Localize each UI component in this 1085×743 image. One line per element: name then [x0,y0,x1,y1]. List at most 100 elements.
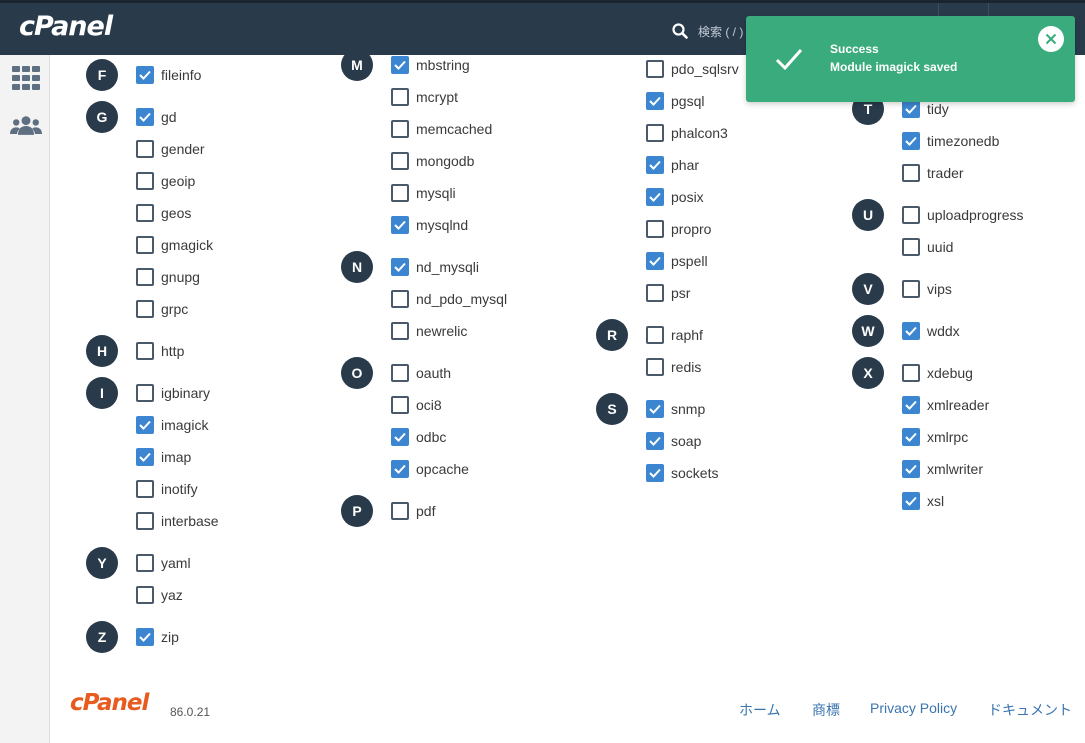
extension-item[interactable]: posix [646,187,704,207]
extension-checkbox[interactable] [391,502,409,520]
extension-item[interactable]: phar [646,155,699,175]
extension-item[interactable]: fileinfo [136,65,201,85]
extension-checkbox[interactable] [646,156,664,174]
extension-checkbox[interactable] [136,236,154,254]
extension-item[interactable]: pdo_sqlsrv [646,59,739,79]
extension-item[interactable]: oci8 [391,395,442,415]
extension-checkbox[interactable] [136,628,154,646]
extension-checkbox[interactable] [391,56,409,74]
extension-item[interactable]: yaml [136,553,191,573]
extension-item[interactable]: memcached [391,119,492,139]
extension-item[interactable]: xdebug [902,363,973,383]
extension-item[interactable]: xsl [902,491,944,511]
extension-item[interactable]: soap [646,431,701,451]
extension-checkbox[interactable] [136,384,154,402]
extension-item[interactable]: uuid [902,237,953,257]
extension-item[interactable]: imagick [136,415,208,435]
extension-checkbox[interactable] [646,124,664,142]
extension-checkbox[interactable] [902,322,920,340]
extension-checkbox[interactable] [136,586,154,604]
extension-checkbox[interactable] [646,400,664,418]
extension-checkbox[interactable] [136,416,154,434]
extension-item[interactable]: pdf [391,501,435,521]
extension-checkbox[interactable] [902,492,920,510]
extension-item[interactable]: mysqlnd [391,215,468,235]
extension-item[interactable]: xmlrpc [902,427,968,447]
extension-checkbox[interactable] [646,432,664,450]
extension-item[interactable]: xmlwriter [902,459,983,479]
extension-checkbox[interactable] [136,268,154,286]
footer-link-trademarks[interactable]: 商標 [812,700,840,720]
extension-checkbox[interactable] [646,358,664,376]
extension-checkbox[interactable] [902,238,920,256]
extension-item[interactable]: igbinary [136,383,210,403]
extension-checkbox[interactable] [136,342,154,360]
extension-item[interactable]: wddx [902,321,960,341]
extension-checkbox[interactable] [902,396,920,414]
extension-item[interactable]: vips [902,279,952,299]
extension-item[interactable]: opcache [391,459,469,479]
extension-checkbox[interactable] [136,140,154,158]
extension-item[interactable]: grpc [136,299,188,319]
extension-checkbox[interactable] [391,152,409,170]
extension-checkbox[interactable] [902,280,920,298]
extension-item[interactable]: mbstring [391,55,470,75]
extension-checkbox[interactable] [391,290,409,308]
extension-item[interactable]: snmp [646,399,705,419]
extension-checkbox[interactable] [136,66,154,84]
extension-checkbox[interactable] [136,480,154,498]
extension-checkbox[interactable] [136,512,154,530]
extension-checkbox[interactable] [902,460,920,478]
extension-item[interactable]: inotify [136,479,198,499]
extension-item[interactable]: mcrypt [391,87,458,107]
extension-checkbox[interactable] [391,184,409,202]
extension-item[interactable]: pspell [646,251,708,271]
extension-checkbox[interactable] [391,120,409,138]
extension-item[interactable]: sockets [646,463,718,483]
extension-item[interactable]: gmagick [136,235,213,255]
extension-checkbox[interactable] [646,252,664,270]
extension-checkbox[interactable] [646,284,664,302]
extension-checkbox[interactable] [902,164,920,182]
extension-checkbox[interactable] [391,460,409,478]
extension-item[interactable]: interbase [136,511,219,531]
extension-item[interactable]: timezonedb [902,131,999,151]
extension-checkbox[interactable] [136,108,154,126]
extension-checkbox[interactable] [646,188,664,206]
extension-checkbox[interactable] [902,428,920,446]
extension-item[interactable]: nd_mysqli [391,257,479,277]
extension-checkbox[interactable] [136,204,154,222]
cpanel-logo[interactable]: cPanel [19,11,113,42]
extension-item[interactable]: http [136,341,184,361]
extension-checkbox[interactable] [646,92,664,110]
extension-item[interactable]: redis [646,357,701,377]
extension-item[interactable]: pgsql [646,91,704,111]
extension-checkbox[interactable] [646,326,664,344]
footer-link-documentation[interactable]: ドキュメント [988,700,1072,720]
extension-item[interactable]: raphf [646,325,703,345]
extension-checkbox[interactable] [391,258,409,276]
extension-checkbox[interactable] [391,88,409,106]
extension-item[interactable]: mysqli [391,183,456,203]
extension-checkbox[interactable] [136,554,154,572]
extension-checkbox[interactable] [136,172,154,190]
extension-item[interactable]: gender [136,139,205,159]
extension-checkbox[interactable] [391,396,409,414]
extension-checkbox[interactable] [391,322,409,340]
extension-item[interactable]: propro [646,219,711,239]
extension-item[interactable]: trader [902,163,964,183]
extension-checkbox[interactable] [391,216,409,234]
extension-checkbox[interactable] [902,364,920,382]
extension-item[interactable]: psr [646,283,690,303]
extension-item[interactable]: gnupg [136,267,200,287]
grid-icon[interactable] [10,63,42,93]
extension-item[interactable]: imap [136,447,191,467]
extension-item[interactable]: newrelic [391,321,467,341]
extension-checkbox[interactable] [646,464,664,482]
extension-item[interactable]: mongodb [391,151,474,171]
extension-item[interactable]: nd_pdo_mysql [391,289,507,309]
search-input[interactable]: 検索 ( / ) [698,23,743,40]
extension-checkbox[interactable] [136,448,154,466]
extension-item[interactable]: tidy [902,99,949,119]
extension-item[interactable]: xmlreader [902,395,989,415]
